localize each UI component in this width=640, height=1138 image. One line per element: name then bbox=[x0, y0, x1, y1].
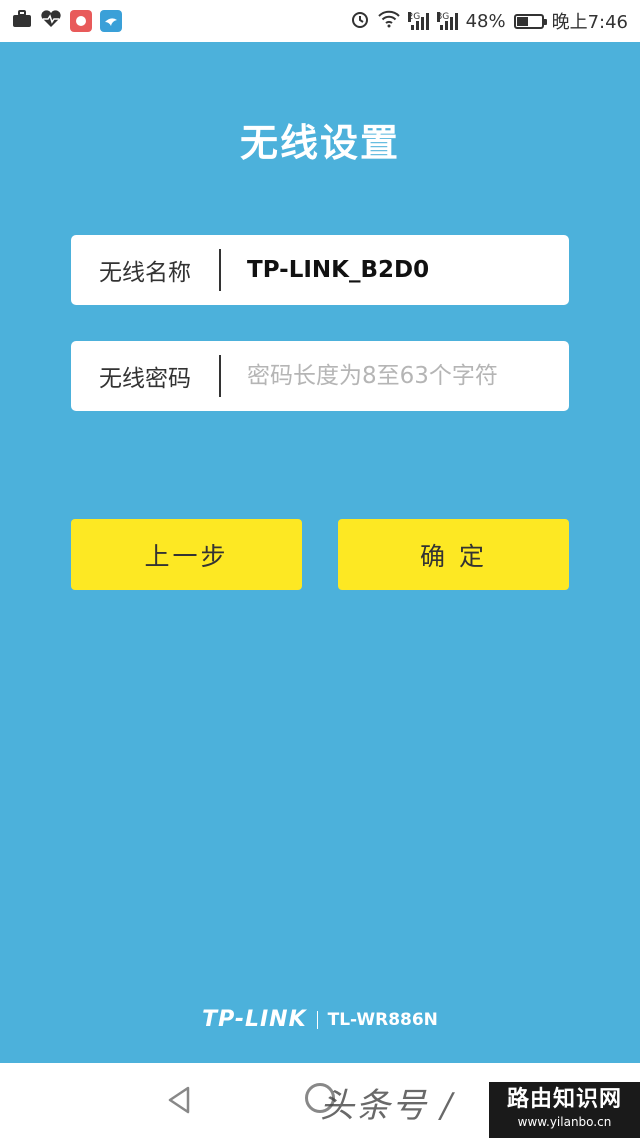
tplink-logo: TP-LINK bbox=[202, 1007, 307, 1032]
status-bar-left bbox=[12, 10, 122, 32]
confirm-button[interactable]: 确 定 bbox=[338, 519, 569, 590]
password-field[interactable]: 无线密码 bbox=[71, 341, 569, 411]
watermark-url: www.yilanbo.cn bbox=[517, 1115, 612, 1129]
huawei-app-icon bbox=[70, 10, 92, 32]
password-input[interactable] bbox=[221, 341, 569, 411]
alarm-clock-icon bbox=[350, 9, 370, 33]
page-title: 无线设置 bbox=[239, 121, 400, 165]
signal-2g-label: 2G bbox=[407, 12, 421, 22]
ssid-label: 无线名称 bbox=[99, 260, 191, 286]
watermark-title: 路由知识网 bbox=[506, 1087, 622, 1112]
signal-2g-icon: 2G bbox=[407, 12, 429, 30]
password-label: 无线密码 bbox=[99, 366, 191, 392]
brand-footer: TP-LINK TL-WR886N bbox=[0, 1007, 640, 1032]
watermark-badge: 路由知识网 www.yilanbo.cn bbox=[489, 1082, 640, 1138]
status-time: 晚上7:46 bbox=[551, 12, 628, 33]
ssid-field[interactable]: 无线名称 bbox=[71, 235, 569, 305]
signal-3g-icon: 3G bbox=[436, 12, 458, 30]
nav-back-icon[interactable] bbox=[164, 1083, 194, 1117]
status-bar: 2G 3G 48% 晚上7:46 bbox=[0, 0, 640, 42]
bird-app-icon bbox=[100, 10, 122, 32]
back-button[interactable]: 上一步 bbox=[71, 519, 302, 590]
router-model: TL-WR886N bbox=[327, 1009, 438, 1030]
watermark-toutiao: 头条号 / bbox=[320, 1086, 455, 1126]
battery-percent: 48% bbox=[465, 10, 506, 32]
status-bar-right: 2G 3G 48% 晚上7:46 bbox=[350, 8, 628, 34]
signal-3g-label: 3G bbox=[436, 12, 450, 22]
brand-separator bbox=[316, 1010, 318, 1029]
ssid-input[interactable] bbox=[221, 235, 569, 305]
briefcase-icon bbox=[12, 10, 32, 32]
battery-icon bbox=[513, 13, 547, 29]
wifi-icon bbox=[377, 10, 400, 32]
heart-rate-icon bbox=[40, 10, 62, 32]
